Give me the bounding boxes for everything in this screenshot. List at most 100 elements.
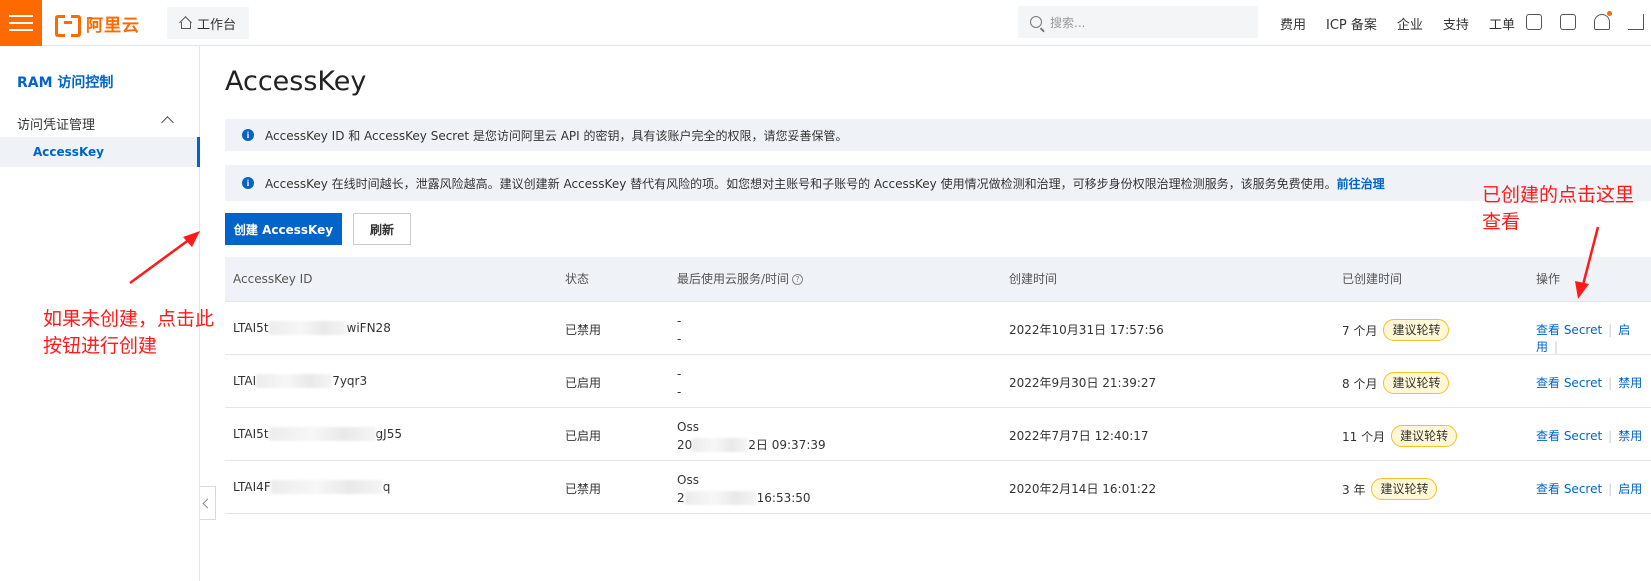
toggle-link[interactable]: 启用 <box>1618 482 1642 496</box>
logo-text: 阿里云 <box>86 15 140 36</box>
ops: 查看 Secret | 启用 | <box>1536 323 1631 354</box>
header-ops: 操作 <box>1536 272 1561 286</box>
ops: 查看 Secret | 禁用 <box>1536 429 1643 443</box>
accesskey-id-suffix: 7yqr3 <box>332 374 368 388</box>
last-used: Oss 2 16:53:50 <box>677 471 811 507</box>
redaction-mask <box>270 480 383 494</box>
bell-icon[interactable] <box>1594 11 1612 30</box>
header-status: 状态 <box>565 272 590 286</box>
ops: 查看 Secret | 启用 <box>1536 482 1643 496</box>
header-created: 创建时间 <box>1009 272 1058 286</box>
header-last-used: 最后使用云服务/时间? <box>677 257 804 302</box>
status: 已禁用 <box>565 323 602 337</box>
top-links: 费用 ICP 备案 企业 支持 工单 <box>1280 0 1535 46</box>
last-used-time-suffix: 16:53:50 <box>756 491 811 505</box>
last-used-time-suffix: 2日 09:37:39 <box>748 438 826 452</box>
rotate-badge: 建议轮转 <box>1383 319 1450 341</box>
rotate-badge: 建议轮转 <box>1371 478 1438 500</box>
collapse-left-icon[interactable] <box>200 486 216 520</box>
created-time: 2022年10月31日 17:57:56 <box>1009 323 1164 337</box>
menu-icon[interactable] <box>0 0 42 46</box>
created-time: 2022年9月30日 21:39:27 <box>1009 376 1157 390</box>
sidebar-item-accesskey[interactable]: AccessKey <box>0 137 200 167</box>
accesskey-id: LTAI 7yqr3 <box>233 374 367 388</box>
workbench-label: 工作台 <box>197 17 237 33</box>
accesskey-table: AccessKey ID 状态 最后使用云服务/时间? 创建时间 已创建时间 操… <box>225 257 1651 514</box>
refresh-button[interactable]: 刷新 <box>353 213 411 245</box>
link-ticket[interactable]: 工单 <box>1489 14 1515 33</box>
alert-1-text: AccessKey ID 和 AccessKey Secret 是您访问阿里云 … <box>265 128 848 143</box>
workbench-button[interactable]: 工作台 <box>167 7 249 39</box>
accesskey-id-prefix: LTAI <box>233 374 257 388</box>
info-icon: i <box>242 129 254 141</box>
accesskey-id-suffix: wiFN28 <box>346 321 391 335</box>
last-used-time-prefix: 20 <box>677 438 693 452</box>
last-used-time: 20 2日 09:37:39 <box>677 436 826 454</box>
accesskey-id-suffix: gJ55 <box>375 427 402 441</box>
chevron-up-icon[interactable] <box>161 116 174 129</box>
age-value: 8 个月 <box>1342 376 1378 391</box>
alert-2-content: AccessKey 在线时间越长，泄露风险越高。建议创建新 AccessKey … <box>265 175 1385 192</box>
sidebar-group-credentials[interactable]: 访问凭证管理 <box>17 114 95 133</box>
age-value: 7 个月 <box>1342 323 1378 338</box>
terminal-icon[interactable] <box>1560 14 1576 30</box>
accesskey-id-prefix: LTAI4F <box>233 480 271 494</box>
accesskey-id-prefix: LTAI5t <box>233 321 269 335</box>
last-used: -- <box>677 312 681 348</box>
header-id: AccessKey ID <box>233 272 313 286</box>
age-value: 11 个月 <box>1342 429 1386 444</box>
create-accesskey-button[interactable]: 创建 AccessKey <box>225 213 342 245</box>
last-used-service: - <box>677 367 682 381</box>
created-time: 2020年2月14日 16:01:22 <box>1009 482 1157 496</box>
page-title: AccessKey <box>225 66 367 97</box>
view-secret-link[interactable]: 查看 Secret <box>1536 429 1602 443</box>
view-secret-link[interactable]: 查看 Secret <box>1536 323 1602 337</box>
alert-2-text: AccessKey 在线时间越长，泄露风险越高。建议创建新 AccessKey … <box>265 176 1337 191</box>
link-support[interactable]: 支持 <box>1443 14 1469 33</box>
toggle-link[interactable]: 禁用 <box>1618 376 1642 390</box>
view-secret-link[interactable]: 查看 Secret <box>1536 376 1602 390</box>
link-icp[interactable]: ICP 备案 <box>1326 14 1377 33</box>
aliyun-logo[interactable]: 阿里云 <box>55 11 140 37</box>
sidebar-title[interactable]: RAM 访问控制 <box>17 72 113 92</box>
rotate-badge: 建议轮转 <box>1391 425 1458 447</box>
age-value: 3 年 <box>1342 482 1366 497</box>
search-input[interactable]: 搜索... <box>1018 6 1258 38</box>
toggle-link[interactable]: 禁用 <box>1618 429 1642 443</box>
last-used-time: - <box>677 332 682 346</box>
top-icons <box>1526 11 1644 30</box>
go-governance-link[interactable]: 前往治理 <box>1337 177 1385 191</box>
redaction-mask <box>692 438 749 452</box>
home-icon <box>179 17 191 29</box>
link-enterprise[interactable]: 企业 <box>1397 14 1423 33</box>
header-age: 已创建时间 <box>1342 272 1403 286</box>
accesskey-id: LTAI5t gJ55 <box>233 427 402 441</box>
redaction-mask <box>268 321 347 335</box>
accesskey-id-prefix: LTAI5t <box>233 427 269 441</box>
rotate-badge: 建议轮转 <box>1383 372 1450 394</box>
redaction-mask <box>684 491 757 505</box>
view-secret-link[interactable]: 查看 Secret <box>1536 482 1602 496</box>
table-row: LTAI 7yqr3 已启用 -- 2022年9月30日 21:39:27 8 个… <box>225 355 1651 408</box>
redaction-mask <box>256 374 333 388</box>
table-header: AccessKey ID 状态 最后使用云服务/时间? 创建时间 已创建时间 操… <box>225 257 1651 302</box>
info-icon: i <box>242 177 254 189</box>
age: 11 个月 建议轮转 <box>1342 425 1458 447</box>
ops: 查看 Secret | 禁用 <box>1536 376 1643 390</box>
created-time: 2022年7月7日 12:40:17 <box>1009 429 1149 443</box>
info-alert-2: i AccessKey 在线时间越长，泄露风险越高。建议创建新 AccessKe… <box>225 165 1651 201</box>
last-used: Oss 20 2日 09:37:39 <box>677 418 826 454</box>
last-used-service: - <box>677 314 682 328</box>
link-billing[interactable]: 费用 <box>1280 14 1306 33</box>
search-placeholder: 搜索... <box>1050 15 1086 30</box>
age: 8 个月 建议轮转 <box>1342 372 1450 394</box>
question-icon[interactable]: ? <box>792 274 804 285</box>
cart-icon[interactable] <box>1628 14 1644 30</box>
last-used-time-prefix: 2 <box>677 491 685 505</box>
last-used-service: Oss <box>677 420 699 434</box>
accesskey-id: LTAI4F q <box>233 480 390 494</box>
last-used: -- <box>677 365 681 401</box>
table-row: LTAI5t wiFN28 已禁用 -- 2022年10月31日 17:57:56… <box>225 302 1651 355</box>
last-used-time: 2 16:53:50 <box>677 489 811 507</box>
settings-code-icon[interactable] <box>1526 14 1542 30</box>
